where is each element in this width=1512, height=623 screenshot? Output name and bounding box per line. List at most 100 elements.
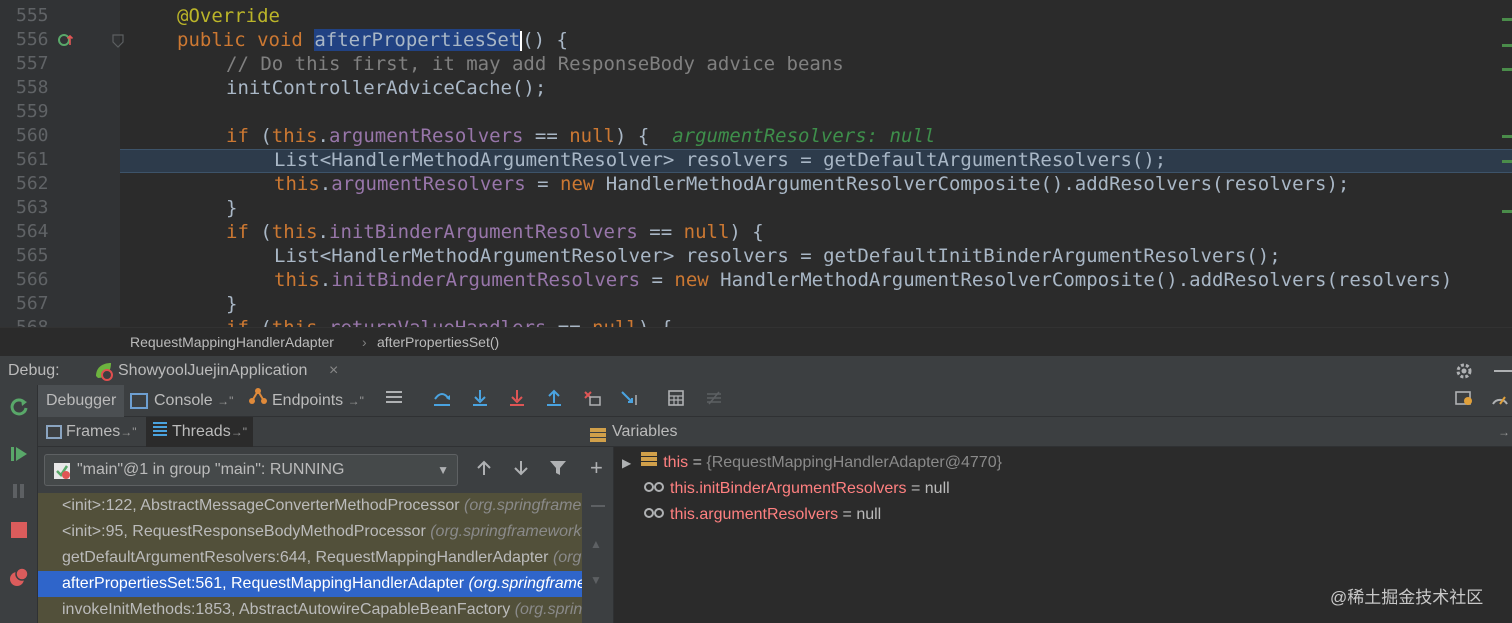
pin-icon[interactable]: →" [120,425,136,439]
fold-icon[interactable] [112,34,124,51]
tab-debugger[interactable]: Debugger [38,385,124,417]
endpoints-icon [248,385,268,417]
step-over-icon[interactable] [430,389,454,413]
stack-frame-selected[interactable]: afterPropertiesSet:561, RequestMappingHa… [38,571,582,597]
change-marker[interactable] [1502,18,1512,21]
frame-method: <init>:95, RequestResponseBodyMethodProc… [62,523,431,540]
variable-equals: = [838,506,857,524]
variable-row-this[interactable]: ▶ this = {RequestMappingHandlerAdapter@47… [622,450,1002,476]
pin-icon[interactable]: →" [217,394,233,408]
stack-frame[interactable]: <init>:122, AbstractMessageConverterMeth… [38,493,582,519]
watermark: @稀土掘金技术社区 [1330,588,1484,607]
force-step-into-icon[interactable] [505,389,529,413]
trace-current-stream-icon[interactable] [702,389,726,413]
code-token: ) { [615,125,650,147]
keyword-token: this [272,317,318,327]
code-token: ( [248,125,272,147]
move-down-icon[interactable]: ▼ [590,573,602,587]
pin-icon[interactable]: →" [348,394,364,408]
show-execution-point-icon[interactable] [382,389,406,413]
chevron-down-icon: ▼ [437,463,449,477]
line-number: 555 [16,5,49,26]
variable-row-watch[interactable]: this.initBinderArgumentResolvers = null [644,476,950,502]
evaluate-expression-icon[interactable] [664,389,688,413]
tab-threads[interactable]: Threads→" [146,417,253,447]
annotation-token: @Override [177,5,280,27]
change-marker[interactable] [1502,160,1512,163]
line-number: 563 [16,197,49,218]
code-token: ( [248,221,272,243]
variable-row-watch[interactable]: this.argumentResolvers = null [644,502,881,528]
code-token: () { [522,29,568,51]
debug-label: Debug: [8,362,60,379]
tab-label: Frames [66,423,121,440]
code-line-561: List<HandlerMethodArgumentResolver> reso… [274,148,1166,172]
thread-select[interactable]: "main"@1 in group "main": RUNNING ▼ [44,454,458,486]
variable-name: this.initBinderArgumentResolvers [670,480,907,498]
previous-frame-icon[interactable] [472,459,496,483]
pause-icon[interactable] [11,483,27,504]
line-number: 558 [16,77,49,98]
next-frame-icon[interactable] [509,459,533,483]
selected-method-name[interactable]: afterPropertiesSet [314,29,521,51]
move-up-icon[interactable]: ▲ [590,537,602,551]
run-to-cursor-icon[interactable] [618,389,642,413]
new-watch-icon[interactable]: + [590,457,603,479]
code-token: ( [249,317,271,327]
tab-frames[interactable]: Frames→" [46,417,137,447]
line-number: 561 [16,149,49,170]
frames-icon [46,424,62,439]
drop-frame-icon[interactable] [580,389,604,413]
restore-layout-icon[interactable] [1452,389,1476,413]
code-editor[interactable]: 555 556 557 558 559 560 561 562 563 564 … [0,0,1512,327]
code-token: } [226,293,238,315]
pin-icon[interactable]: →" [231,425,247,439]
debugger-toolbar: Debugger Console →" Endpoints →" [38,385,1512,417]
override-method-icon[interactable] [58,32,74,51]
code-line-566: this.initBinderArgumentResolvers = new H… [274,268,1452,292]
stack-frame[interactable]: invokeInitMethods:1853, AbstractAutowire… [38,597,582,623]
rerun-icon[interactable] [9,397,29,422]
frame-package: (org.springframework.web.servlet.mvc.met… [468,575,582,592]
step-into-icon[interactable] [468,389,492,413]
watch-icon [644,502,664,528]
view-breakpoints-icon[interactable] [9,567,29,592]
overhead-icon[interactable] [1488,389,1512,413]
run-config-tab[interactable]: ShowyoolJuejinApplication [118,356,307,386]
stack-frame[interactable]: <init>:95, RequestResponseBodyMethodProc… [38,519,582,545]
remove-watch-icon[interactable] [591,505,605,507]
variables-header: Variables → [582,417,1512,447]
filter-icon[interactable] [546,459,570,483]
keyword-token: this [271,221,318,243]
code-token: HandlerMethodArgumentResolverComposite()… [594,173,1350,195]
minimize-icon[interactable] [1494,370,1512,372]
change-marker[interactable] [1502,68,1512,71]
debug-tool-window-header: Debug: ShowyoolJuejinApplication × [0,355,1512,385]
tab-endpoints[interactable]: Endpoints →" [248,385,364,417]
change-marker[interactable] [1502,44,1512,47]
code-line-562: this.argumentResolvers = new HandlerMeth… [274,172,1349,196]
resume-icon[interactable] [10,445,28,468]
expand-arrow-icon[interactable]: ▶ [622,456,631,470]
close-icon[interactable]: × [329,356,338,386]
breadcrumb-method[interactable]: afterPropertiesSet() [377,328,499,356]
stack-frame[interactable]: getDefaultArgumentResolvers:644, Request… [38,545,582,571]
change-marker[interactable] [1502,210,1512,213]
change-marker[interactable] [1502,135,1512,138]
code-token: } [226,197,238,219]
line-number: 560 [16,125,49,146]
tab-console[interactable]: Console →" [130,385,233,417]
variable-name: this.argumentResolvers [670,506,839,524]
pin-icon[interactable]: → [1498,417,1510,447]
breadcrumb-class[interactable]: RequestMappingHandlerAdapter [130,328,334,356]
keyword-token: this [274,269,320,291]
tab-label: Endpoints [272,392,344,410]
code-token: List<HandlerMethodArgumentResolver> reso… [274,149,1167,171]
step-out-icon[interactable] [542,389,566,413]
keyword-token: if [226,221,249,243]
keyword-token: new [674,269,709,291]
thread-status-icon [53,461,71,485]
code-token: initControllerAdviceCache(); [226,77,547,99]
breadcrumb-separator: › [362,334,367,350]
stop-icon[interactable] [10,521,28,544]
